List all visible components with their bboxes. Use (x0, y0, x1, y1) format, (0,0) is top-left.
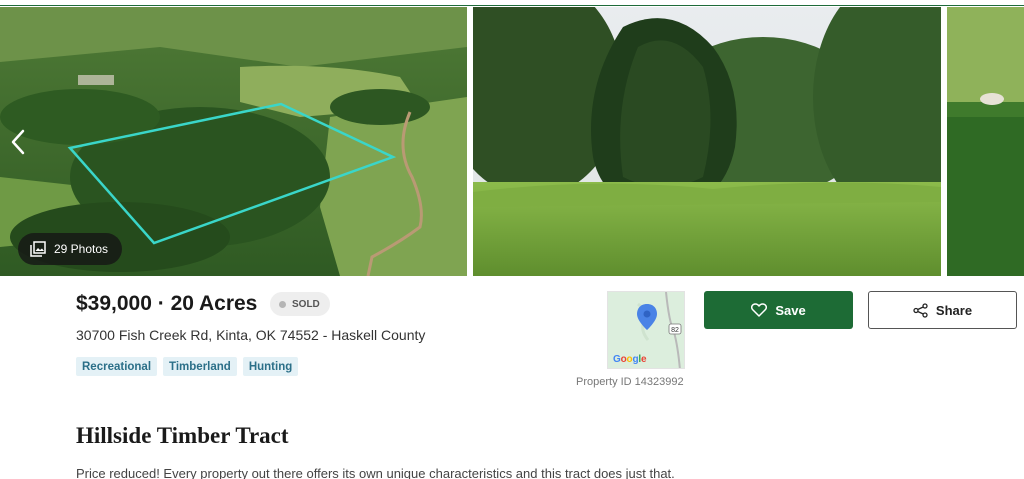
save-button[interactable]: Save (704, 291, 853, 329)
tree-photo[interactable] (473, 7, 941, 276)
status-badge: SOLD (270, 292, 330, 316)
tag-timberland[interactable]: Timberland (163, 357, 237, 376)
aerial-photo-partial[interactable] (947, 7, 1024, 276)
share-button[interactable]: Share (868, 291, 1017, 329)
listing-title: Hillside Timber Tract (76, 423, 289, 448)
tag-hunting[interactable]: Hunting (242, 357, 299, 376)
google-logo: Google (613, 354, 647, 365)
chevron-left-icon (11, 129, 25, 155)
photo-count-label: 29 Photos (54, 242, 109, 256)
save-label: Save (775, 302, 806, 318)
prev-photo-button[interactable] (4, 127, 32, 157)
share-label: Share (935, 302, 973, 318)
header-border (0, 0, 1024, 6)
property-address: 30700 Fish Creek Rd, Kinta, OK 74552 - H… (76, 327, 426, 343)
photo-gallery: 29 Photos (0, 7, 1024, 276)
photo-count-button[interactable]: 29 Photos (18, 233, 123, 265)
photo-gallery-icon (30, 241, 46, 257)
status-dot (279, 300, 286, 308)
route-label: 82 (671, 327, 679, 334)
google-letter: G (613, 354, 621, 365)
listing-description: Price reduced! Every property out there … (76, 466, 675, 479)
property-id: Property ID 14323992 (576, 376, 684, 388)
price-acreage: $39,000 · 20 Acres (76, 292, 258, 315)
tag-recreational[interactable]: Recreational (76, 357, 158, 376)
heart-icon (751, 303, 768, 317)
map-thumbnail[interactable]: 82 Google (607, 291, 685, 369)
status-label: SOLD (292, 298, 320, 310)
google-letter: e (640, 354, 647, 365)
share-icon (913, 302, 928, 318)
tag-list: Recreational Timberland Hunting (76, 357, 299, 376)
